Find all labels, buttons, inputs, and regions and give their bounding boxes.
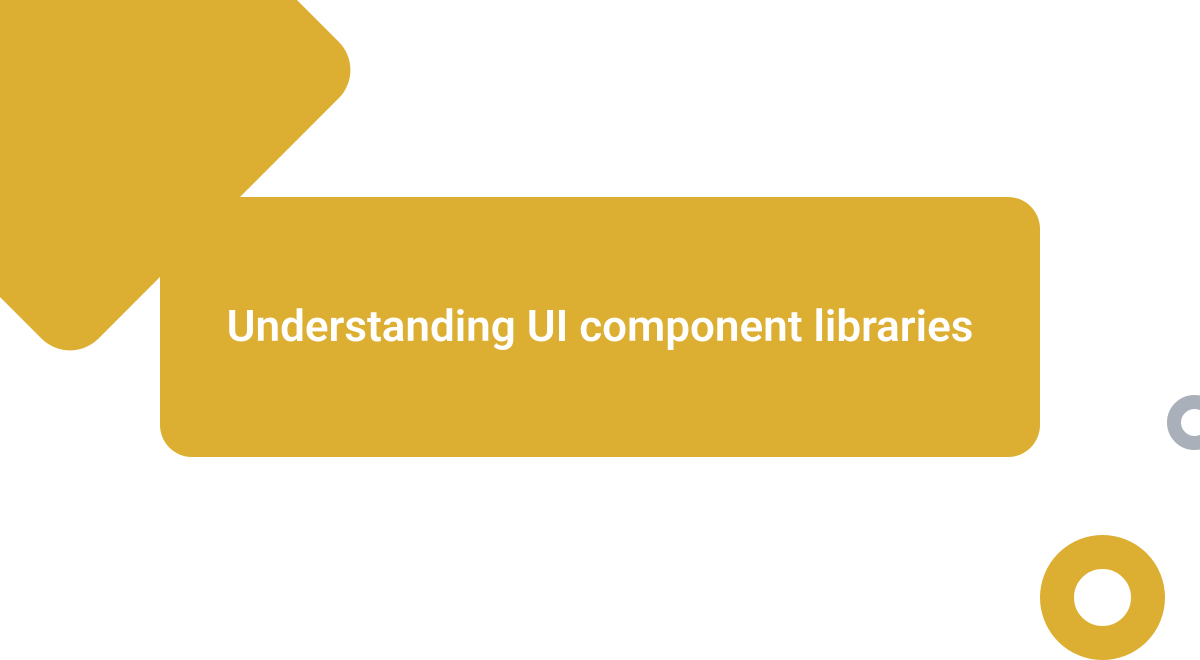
decorative-ring-gold <box>1040 535 1165 660</box>
decorative-ring-grey <box>1167 395 1200 450</box>
title-card: Understanding UI component libraries <box>160 197 1040 457</box>
page-title: Understanding UI component libraries <box>227 298 974 355</box>
